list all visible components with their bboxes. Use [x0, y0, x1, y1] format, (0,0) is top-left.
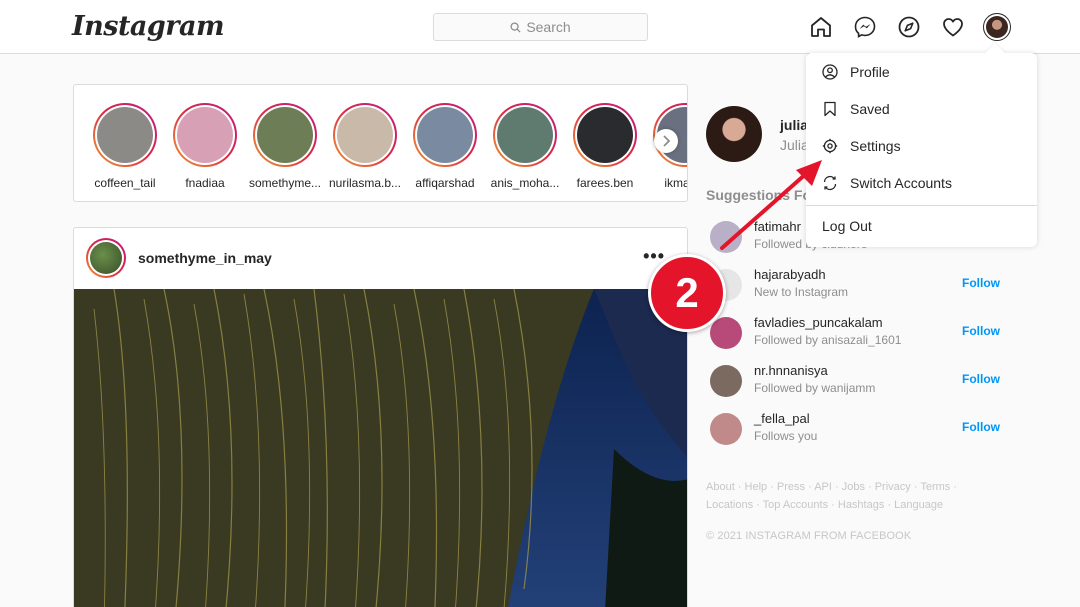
profile-icon: [822, 63, 838, 80]
story-item[interactable]: anis_moha...: [485, 103, 565, 190]
current-user-avatar[interactable]: [706, 106, 762, 162]
step-number-badge: 2: [648, 254, 726, 332]
search-icon: [510, 21, 521, 33]
stories-tray: coffeen_tail fnadiaa somethyme... nurila…: [73, 84, 688, 202]
bookmark-icon: [824, 101, 836, 116]
suggestion-subtitle: New to Instagram: [754, 285, 849, 299]
suggestion-subtitle: Follows you: [754, 429, 818, 443]
heart-icon[interactable]: [940, 14, 966, 40]
suggestion-item: nr.hnnanisya Followed by wanijamm Follow: [710, 363, 1000, 399]
avatar: [986, 16, 1008, 38]
willow-tree-image: [74, 289, 687, 607]
chevron-right-icon: [663, 135, 671, 147]
story-username: ikmal_h: [664, 176, 687, 190]
avatar[interactable]: [710, 413, 742, 445]
post-username[interactable]: somethyme_in_may: [138, 250, 272, 266]
post-header: somethyme_in_may: [74, 228, 687, 288]
story-item[interactable]: somethyme...: [245, 103, 325, 190]
menu-item-label: Settings: [850, 137, 901, 154]
home-icon[interactable]: [808, 14, 834, 40]
follow-button[interactable]: Follow: [962, 276, 1000, 290]
suggestions-title: Suggestions For: [706, 187, 817, 203]
switch-accounts-icon: [823, 175, 837, 190]
story-username: coffeen_tail: [94, 176, 156, 190]
suggestion-username[interactable]: _fella_pal: [754, 411, 810, 426]
story-username: farees.ben: [576, 176, 634, 190]
menu-item-saved[interactable]: Saved: [806, 90, 1037, 127]
suggestion-item: _fella_pal Follows you Follow: [710, 411, 1000, 447]
story-item[interactable]: coffeen_tail: [85, 103, 165, 190]
search-placeholder: Search: [526, 19, 571, 35]
story-username: anis_moha...: [490, 176, 560, 190]
settings-gear-icon: [822, 138, 838, 153]
instagram-logo[interactable]: Instagram: [72, 11, 225, 42]
menu-item-logout[interactable]: Log Out: [806, 206, 1037, 246]
story-username: somethyme...: [248, 176, 322, 190]
story-item[interactable]: farees.ben: [565, 103, 645, 190]
follow-button[interactable]: Follow: [962, 420, 1000, 434]
suggestion-subtitle: Followed by wanijamm: [754, 381, 876, 395]
story-username: affiqarshad: [415, 176, 475, 190]
menu-item-switch-accounts[interactable]: Switch Accounts: [806, 164, 1037, 201]
footer-links[interactable]: About · Help · Press · API · Jobs · Priv…: [706, 478, 1006, 514]
suggestion-item: hajarabyadh New to Instagram Follow: [710, 267, 1000, 303]
menu-item-label: Log Out: [822, 218, 872, 234]
stories-next-button[interactable]: [654, 129, 678, 153]
explore-icon[interactable]: [896, 14, 922, 40]
top-navigation-bar: Instagram Search: [0, 0, 1080, 54]
follow-button[interactable]: Follow: [962, 372, 1000, 386]
avatar[interactable]: [710, 221, 742, 253]
story-username: fnadiaa: [185, 176, 225, 190]
copyright: © 2021 INSTAGRAM FROM FACEBOOK: [706, 530, 912, 542]
post-image[interactable]: [74, 289, 687, 607]
suggestion-subtitle: Followed by anisazali_1601: [754, 333, 902, 347]
suggestion-username[interactable]: nr.hnnanisya: [754, 363, 828, 378]
profile-dropdown-menu: Profile Saved Settings Switch Accounts L…: [806, 43, 1037, 247]
current-user-username[interactable]: julia: [780, 117, 808, 133]
follow-button[interactable]: Follow: [962, 324, 1000, 338]
menu-item-label: Switch Accounts: [850, 174, 952, 191]
profile-avatar-button[interactable]: [983, 13, 1011, 41]
story-item[interactable]: affiqarshad: [405, 103, 485, 190]
search-input[interactable]: Search: [433, 13, 648, 41]
suggestion-username[interactable]: fatimahr: [754, 219, 801, 234]
menu-item-label: Profile: [850, 63, 890, 80]
suggestion-item: favladies_puncakalam Followed by anisaza…: [710, 315, 1000, 351]
avatar[interactable]: [710, 317, 742, 349]
post-avatar[interactable]: [86, 238, 126, 278]
suggestion-username[interactable]: favladies_puncakalam: [754, 315, 883, 330]
story-username: nurilasma.b...: [328, 176, 402, 190]
menu-item-settings[interactable]: Settings: [806, 127, 1037, 164]
messenger-icon[interactable]: [852, 14, 878, 40]
story-item[interactable]: fnadiaa: [165, 103, 245, 190]
story-item[interactable]: nurilasma.b...: [325, 103, 405, 190]
avatar[interactable]: [710, 365, 742, 397]
suggestion-username[interactable]: hajarabyadh: [754, 267, 826, 282]
menu-item-label: Saved: [850, 100, 890, 117]
current-user-name: Julia: [780, 137, 809, 153]
feed-post: somethyme_in_may •••: [73, 227, 688, 607]
menu-item-profile[interactable]: Profile: [806, 53, 1037, 90]
